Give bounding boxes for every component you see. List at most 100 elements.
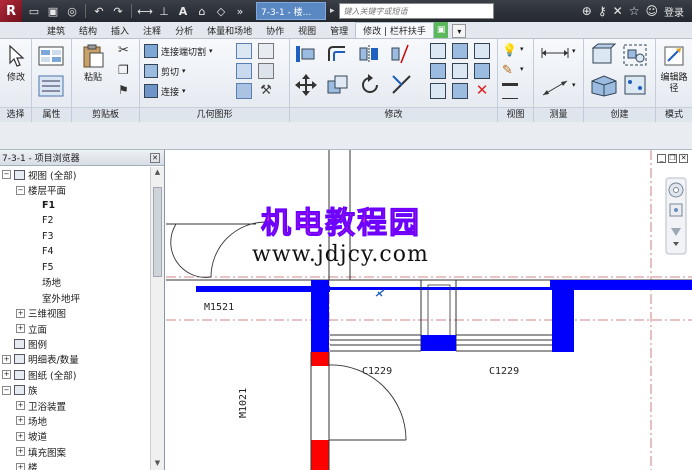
- forward-arrow-icon[interactable]: ▸: [330, 6, 335, 16]
- wall-segment[interactable]: [196, 286, 330, 292]
- save-icon[interactable]: ▣: [45, 3, 61, 19]
- tab-insert[interactable]: 插入: [104, 22, 136, 38]
- properties-icon[interactable]: [37, 45, 65, 67]
- browser-tree-item[interactable]: 室外地坪: [0, 290, 150, 305]
- tab-view[interactable]: 视图: [291, 22, 323, 38]
- browser-tree-item[interactable]: + 场地: [0, 413, 150, 428]
- create-assembly-icon[interactable]: [590, 73, 618, 97]
- modify-button[interactable]: 修改: [1, 39, 31, 101]
- split-face-icon[interactable]: [236, 63, 252, 79]
- browser-tree-item[interactable]: − 楼层平面: [0, 182, 150, 197]
- scroll-down-icon[interactable]: ▼: [152, 459, 163, 469]
- delete-icon[interactable]: ✕: [474, 83, 490, 99]
- tab-architecture[interactable]: 建筑: [40, 22, 72, 38]
- expand-icon[interactable]: +: [16, 462, 25, 470]
- 3d-view-icon[interactable]: ⌂: [194, 3, 210, 19]
- browser-tree-item[interactable]: + 三维视图: [0, 306, 150, 321]
- railing-segment[interactable]: [330, 287, 550, 290]
- wall-segment[interactable]: [311, 280, 329, 352]
- dropdown-arrow-icon[interactable]: ▾: [520, 45, 524, 53]
- browser-tree-item[interactable]: 图例: [0, 336, 150, 351]
- scrollbar-thumb[interactable]: [153, 187, 162, 277]
- browser-tree-item[interactable]: F2: [0, 213, 150, 228]
- browser-tree-item[interactable]: − 族: [0, 382, 150, 397]
- extend-icon[interactable]: [452, 83, 468, 99]
- undo-icon[interactable]: ↶: [91, 3, 107, 19]
- wall-segment[interactable]: [421, 335, 456, 351]
- column[interactable]: [311, 352, 329, 366]
- browser-tree-item[interactable]: + 卫浴装置: [0, 398, 150, 413]
- tab-analyze[interactable]: 分析: [168, 22, 200, 38]
- expand-icon[interactable]: +: [16, 308, 25, 318]
- trim-multiple-icon[interactable]: [430, 83, 446, 99]
- expand-icon[interactable]: +: [16, 324, 25, 334]
- expand-icon[interactable]: +: [16, 431, 25, 441]
- paint-icon[interactable]: [258, 63, 274, 79]
- scale-icon[interactable]: [452, 63, 468, 79]
- key-icon[interactable]: ⚷: [598, 4, 607, 18]
- steering-wheel-icon[interactable]: [668, 182, 684, 198]
- offset-icon[interactable]: [326, 43, 348, 65]
- move-icon[interactable]: [294, 73, 318, 97]
- dropdown-arrow-icon[interactable]: ▾: [572, 81, 576, 89]
- minimize-icon[interactable]: _: [657, 154, 666, 163]
- restore-icon[interactable]: ❐: [668, 154, 677, 163]
- copy-icon[interactable]: ❐: [118, 63, 134, 79]
- window-c1229-left[interactable]: [330, 334, 421, 352]
- star-icon[interactable]: ☆: [629, 4, 640, 18]
- tab-annotate[interactable]: 注释: [136, 22, 168, 38]
- section-icon[interactable]: ◇: [213, 3, 229, 19]
- create-parts-icon[interactable]: [590, 43, 616, 67]
- browser-tree-item[interactable]: F5: [0, 259, 150, 274]
- close-icon[interactable]: ✕: [679, 154, 688, 163]
- scroll-up-icon[interactable]: ▲: [152, 168, 163, 178]
- browser-tree-item[interactable]: − 视图 (全部): [0, 167, 150, 182]
- drawing-canvas[interactable]: 机电教程园 www.jdjcy.com M1521 C1229 C1229 M1…: [166, 150, 692, 470]
- tab-file[interactable]: [0, 22, 40, 38]
- expand-icon[interactable]: +: [16, 401, 25, 411]
- door-tag[interactable]: M1021: [238, 388, 249, 418]
- collapse-icon[interactable]: −: [2, 385, 11, 395]
- dropdown-arrow-icon[interactable]: ▾: [572, 47, 576, 55]
- sync-icon[interactable]: ◎: [64, 3, 80, 19]
- browser-tree-item[interactable]: 场地: [0, 275, 150, 290]
- edit-path-button[interactable]: 编辑路径: [659, 39, 689, 101]
- hammer-icon[interactable]: ⚒: [258, 83, 274, 99]
- split-element-icon[interactable]: [430, 43, 446, 59]
- window-c1229-right[interactable]: [456, 334, 552, 352]
- measure-icon[interactable]: ⟷: [137, 3, 153, 19]
- login-link[interactable]: 登录: [664, 4, 684, 19]
- join-button[interactable]: 连接 ▾: [144, 83, 186, 99]
- column[interactable]: [311, 440, 329, 470]
- expand-icon[interactable]: +: [2, 354, 11, 364]
- expand-icon[interactable]: +: [16, 416, 25, 426]
- binoculars-icon[interactable]: ⊕: [582, 4, 592, 18]
- window-tag[interactable]: C1229: [362, 366, 392, 377]
- dropdown-arrow-icon[interactable]: ▾: [520, 65, 524, 73]
- open-icon[interactable]: ▭: [26, 3, 42, 19]
- document-tab[interactable]: 7-3-1 - 楼...: [256, 2, 326, 20]
- mirror-draw-icon[interactable]: [390, 43, 412, 65]
- copy-element-icon[interactable]: [326, 73, 350, 97]
- wall-segment[interactable]: [574, 280, 692, 290]
- window-tag[interactable]: C1229: [489, 366, 519, 377]
- tab-manage[interactable]: 管理: [323, 22, 355, 38]
- floor-plan-drawing[interactable]: [166, 150, 692, 470]
- expand-icon[interactable]: +: [2, 370, 11, 380]
- browser-tree-item[interactable]: + 立面: [0, 321, 150, 336]
- collapse-icon[interactable]: −: [2, 170, 11, 180]
- wall-segment[interactable]: [552, 280, 574, 352]
- create-group-icon[interactable]: [622, 43, 648, 67]
- cut-icon[interactable]: ✂: [118, 43, 134, 59]
- bulb-icon[interactable]: 💡: [502, 43, 518, 59]
- application-menu-button[interactable]: R: [0, 0, 22, 22]
- browser-tree-item[interactable]: F1: [0, 198, 150, 213]
- linework-icon[interactable]: [502, 83, 518, 99]
- browser-tree-item[interactable]: F3: [0, 229, 150, 244]
- type-properties-icon[interactable]: [38, 75, 64, 97]
- browser-tree-item[interactable]: + 图纸 (全部): [0, 367, 150, 382]
- tab-structure[interactable]: 结构: [72, 22, 104, 38]
- browser-tree-item[interactable]: + 明细表/数量: [0, 352, 150, 367]
- door-tag[interactable]: M1521: [204, 302, 234, 313]
- tab-collaborate[interactable]: 协作: [259, 22, 291, 38]
